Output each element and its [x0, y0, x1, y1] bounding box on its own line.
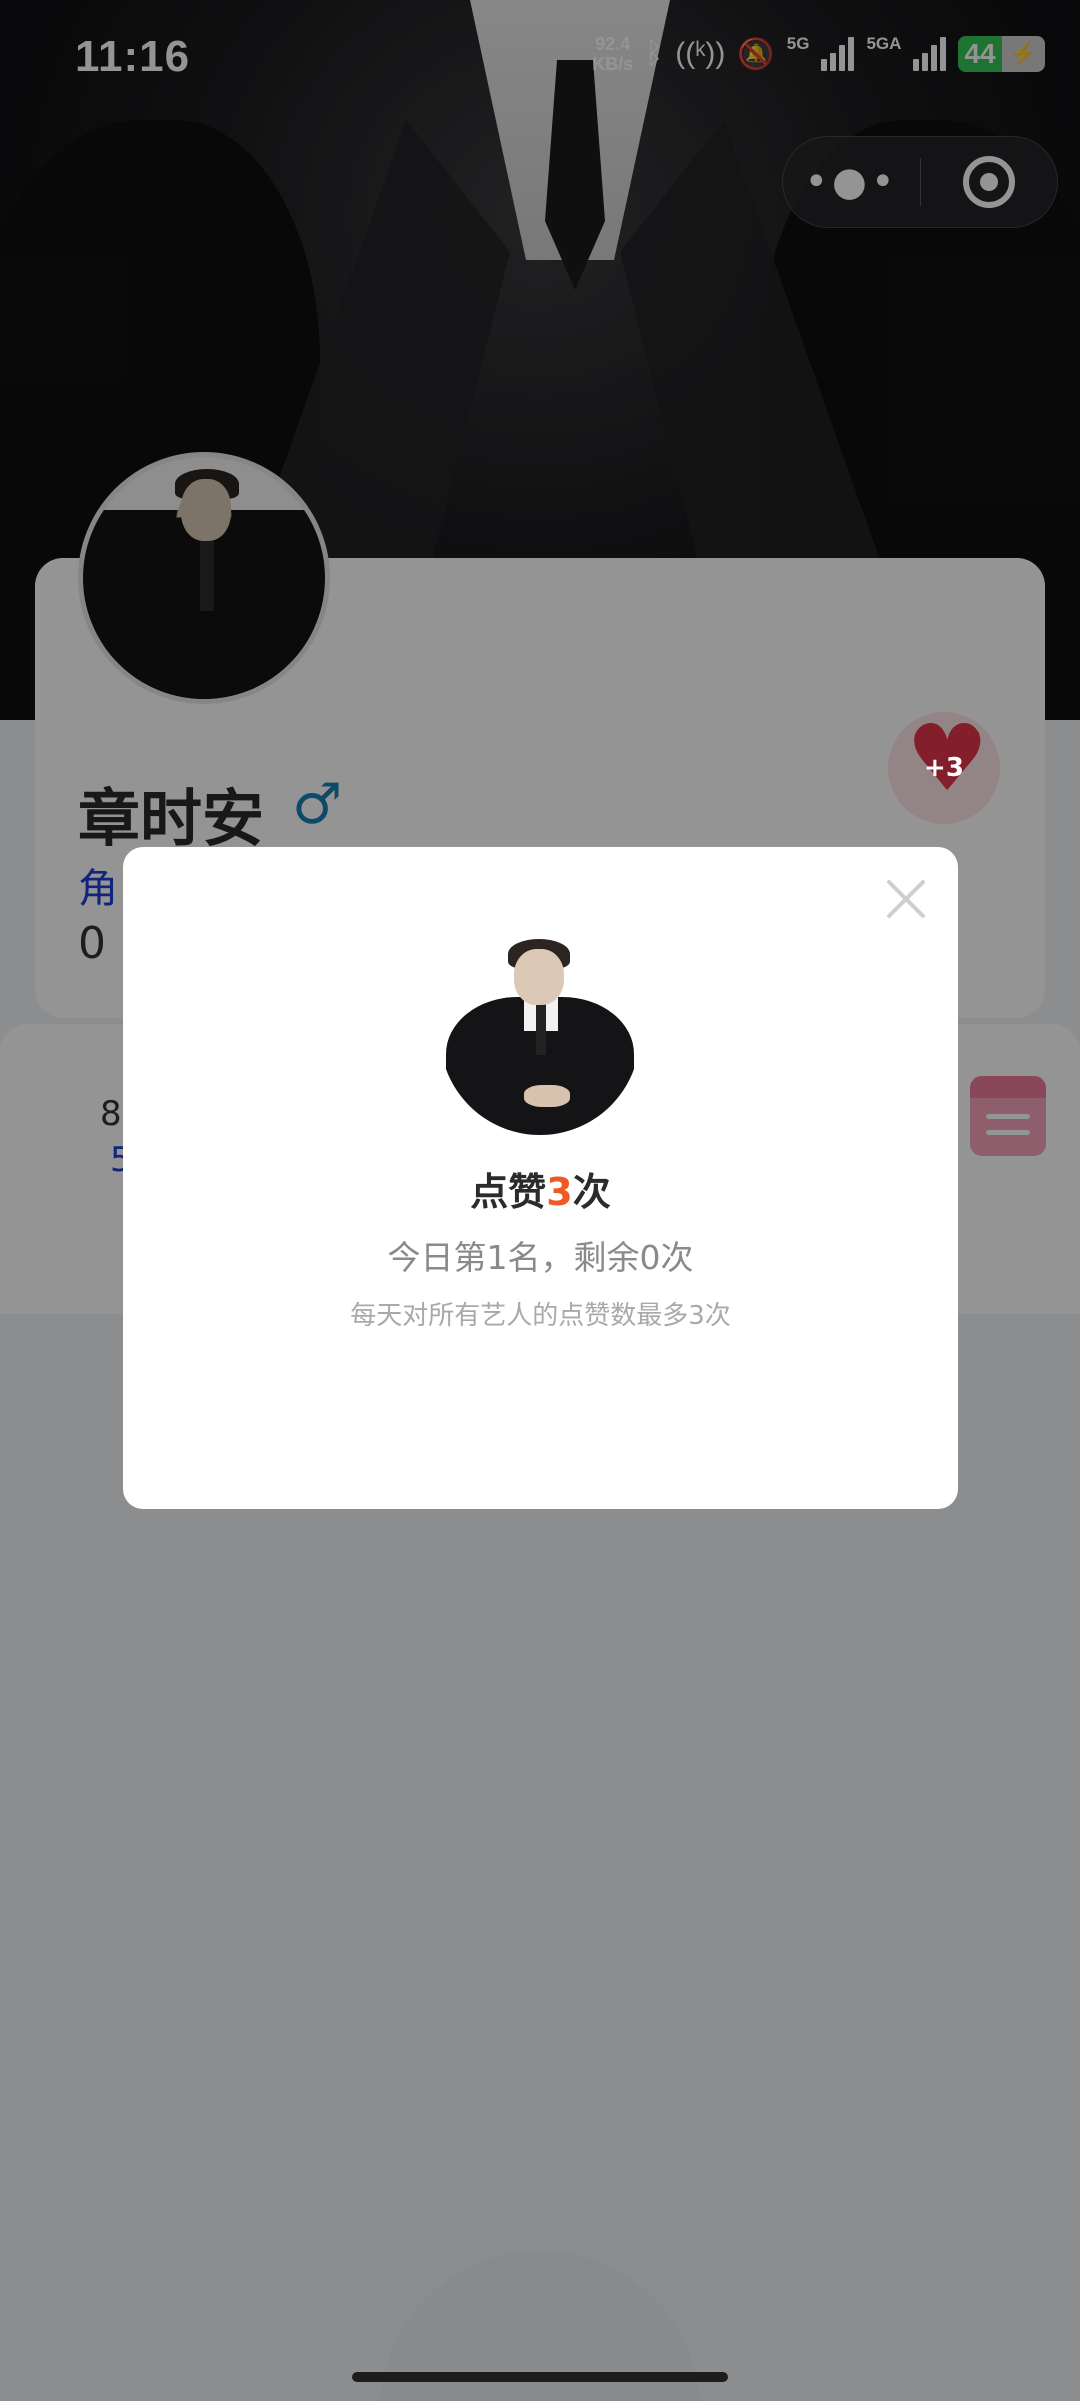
rule-text: 每天对所有艺人的点赞数最多3次: [350, 1301, 731, 1331]
like-count: 3: [546, 1170, 573, 1214]
dialog-avatar-hands: [524, 1085, 570, 1107]
dialog-avatar-face: [514, 949, 564, 1005]
title-prefix: 点赞: [470, 1170, 547, 1214]
home-indicator[interactable]: [352, 2372, 728, 2382]
title-suffix: 次: [572, 1170, 611, 1214]
dialog-title: 点赞3次: [123, 1161, 958, 1216]
like-result-dialog: 点赞3次 今日第1名，剩余0次 每天对所有艺人的点赞数最多3次: [123, 847, 958, 1509]
close-icon[interactable]: [884, 877, 928, 921]
like-badge-text: +3: [924, 753, 964, 783]
rank-text: 今日第1名，剩余0次: [387, 1238, 694, 1277]
dialog-artist-avatar: [440, 935, 640, 1135]
